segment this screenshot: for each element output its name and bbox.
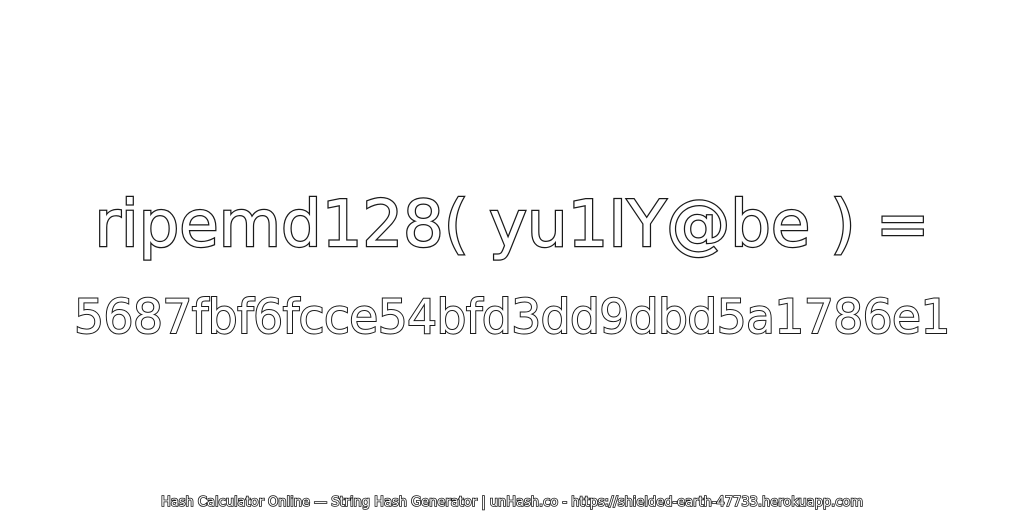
hash-result-image: ripemd128( yu1IY@be ) = 5687fbf6fcce54bf… <box>0 0 1024 512</box>
site-footer-caption: Hash Calculator Online — String Hash Gen… <box>160 494 864 511</box>
hash-expression: ripemd128( yu1IY@be ) = <box>93 187 930 264</box>
hash-output: 5687fbf6fcce54bfd3dd9dbd5a1786e1 <box>73 289 951 346</box>
